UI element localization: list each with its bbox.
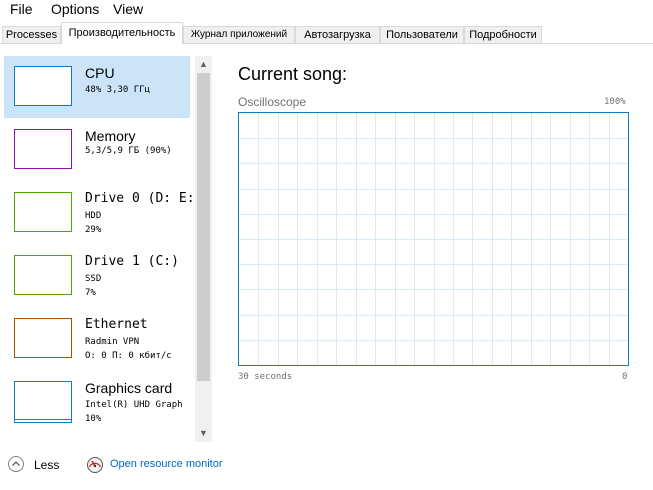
sidebar-item-usage: 7% <box>85 288 96 298</box>
sidebar-item-detail: Intel(R) UHD Graph <box>85 400 183 410</box>
memory-thumbnail-graph <box>14 129 72 169</box>
chevron-up-icon <box>8 456 24 472</box>
tab-performance[interactable]: Производительность <box>61 22 183 44</box>
sidebar-item-title: Drive 0 (D: E:) <box>85 191 203 206</box>
sidebar-item-title: Ethernet <box>85 317 148 332</box>
tab-processes[interactable]: Processes <box>2 26 61 43</box>
page-title: Current song: <box>238 64 348 84</box>
sidebar-item-title: Graphics card <box>85 380 173 396</box>
tab-app-history[interactable]: Журнал приложений <box>183 26 295 43</box>
ethernet-thumbnail-graph <box>14 318 72 358</box>
drive-1-thumbnail-graph <box>14 255 72 295</box>
sidebar-item-cpu[interactable]: CPU 48% 3,30 ГГц <box>4 56 190 118</box>
menu-bar: File Options View <box>0 0 653 20</box>
sidebar-item-detail: Radmin VPN <box>85 337 140 347</box>
scroll-down-arrow-icon[interactable]: ▼ <box>195 425 212 442</box>
less-label: Less <box>34 458 60 472</box>
sidebar-item-throughput: О: 0 П: 0 кбит/с <box>85 351 172 361</box>
graph-x-left-label: 30 seconds <box>238 372 293 382</box>
tab-strip: Processes Производительность Журнал прил… <box>0 22 653 44</box>
cpu-thumbnail-graph <box>14 66 72 106</box>
graph-caption: Oscilloscope <box>238 95 307 109</box>
sidebar-item-ethernet[interactable]: Ethernet Radmin VPN О: 0 П: 0 кбит/с <box>4 308 190 370</box>
resource-sidebar: CPU 48% 3,30 ГГц Memory 5,3/5,9 ГБ (90%)… <box>0 56 212 442</box>
sidebar-item-title: CPU <box>85 65 115 81</box>
scroll-thumb[interactable] <box>197 73 210 381</box>
tab-startup[interactable]: Автозагрузка <box>295 26 380 43</box>
menu-options[interactable]: Options <box>51 1 99 17</box>
oscilloscope-graph <box>238 112 629 366</box>
gpu-thumbnail-graph <box>14 381 72 423</box>
gpu-thumbnail-line <box>15 419 71 420</box>
sidebar-item-detail: 48% 3,30 ГГц <box>85 85 151 95</box>
sidebar-item-usage: 10% <box>85 414 102 424</box>
sidebar-item-memory[interactable]: Memory 5,3/5,9 ГБ (90%) <box>4 119 190 181</box>
resource-monitor-icon <box>87 457 103 473</box>
tab-users[interactable]: Пользователи <box>380 26 464 43</box>
drive-0-thumbnail-graph <box>14 192 72 232</box>
menu-file[interactable]: File <box>10 1 33 17</box>
open-resource-monitor-label: Open resource monitor <box>110 458 223 470</box>
sidebar-item-title: Memory <box>85 128 136 144</box>
sidebar-item-gpu[interactable]: Graphics card Intel(R) UHD Graph 10% <box>4 371 190 433</box>
graph-grid <box>239 113 628 365</box>
sidebar-item-usage: 29% <box>85 225 102 235</box>
sidebar-item-detail: SSD <box>85 274 102 284</box>
graph-x-right-label: 0 <box>622 372 628 382</box>
graph-max-label: 100% <box>604 97 626 107</box>
scroll-up-arrow-icon[interactable]: ▲ <box>195 56 212 73</box>
sidebar-item-title: Drive 1 (C:) <box>85 254 179 269</box>
sidebar-item-drive-0[interactable]: Drive 0 (D: E:) HDD 29% <box>4 182 202 244</box>
sidebar-item-drive-1[interactable]: Drive 1 (C:) SSD 7% <box>4 245 190 307</box>
sidebar-item-detail: HDD <box>85 211 102 221</box>
menu-view[interactable]: View <box>113 1 143 17</box>
sidebar-scrollbar[interactable]: ▲ ▼ <box>195 56 212 442</box>
sidebar-item-detail: 5,3/5,9 ГБ (90%) <box>85 146 172 156</box>
tab-details[interactable]: Подробности <box>464 26 542 43</box>
